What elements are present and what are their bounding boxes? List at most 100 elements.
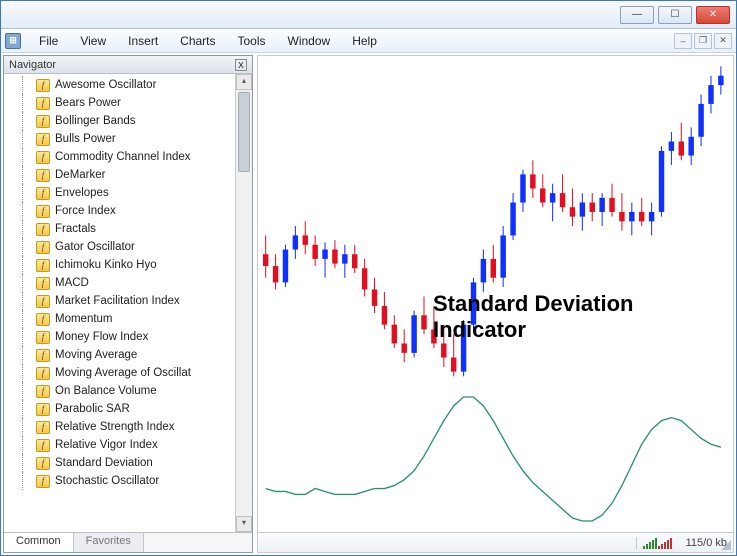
function-icon: f [36,187,50,200]
mdi-restore-button[interactable]: ❐ [694,33,712,49]
indicator-item[interactable]: f Money Flow Index [22,328,252,346]
window-maximize-button[interactable]: ☐ [658,6,692,24]
chart-area[interactable]: Standard Deviation Indicator 115/0 kb [257,55,734,553]
indicator-item[interactable]: fGator Oscillator [22,238,252,256]
navigator-title: Navigator [9,59,56,71]
indicator-item[interactable]: fIchimoku Kinko Hyo [22,256,252,274]
function-icon: f [36,151,50,164]
navigator-tabs: Common Favorites [4,532,252,552]
indicator-item[interactable]: f Fractals [22,220,252,238]
function-icon: f [36,367,50,380]
indicator-item[interactable]: f Commodity Channel Index [22,148,252,166]
indicator-item[interactable]: f Envelopes [22,184,252,202]
function-icon: f [36,331,50,344]
indicator-item[interactable]: f Awesome Oscillator [22,76,252,94]
function-icon: f [36,313,50,326]
menu-help[interactable]: Help [342,32,387,50]
indicator-label: Force Index [55,205,116,217]
indicator-item[interactable]: fDeMarker [22,166,252,184]
scroll-thumb[interactable] [238,92,250,172]
indicator-label: Fractals [55,223,96,235]
window-minimize-button[interactable]: — [620,6,654,24]
mdi-restore-icon: ❐ [699,35,707,46]
indicator-item[interactable]: fForce Index [22,202,252,220]
indicator-label: Standard Deviation [55,457,153,469]
indicator-item[interactable]: fMoving Average [22,346,252,364]
function-icon: f [36,349,50,362]
indicator-label: Relative Vigor Index [55,439,158,451]
indicator-item[interactable]: f Bulls Power [22,130,252,148]
function-icon: f [36,79,50,92]
indicator-item[interactable]: f MACD [22,274,252,292]
indicator-label: Bulls Power [55,133,116,145]
indicator-label: Momentum [55,313,113,325]
resize-grip-icon[interactable] [721,540,731,550]
indicator-item[interactable]: f Moving Average of Oscillat [22,364,252,382]
menu-file[interactable]: File [29,32,68,50]
indicator-item[interactable]: f On Balance Volume [22,382,252,400]
function-icon: f [36,421,50,434]
indicator-label: Market Facilitation Index [55,295,180,307]
indicator-label: Relative Strength Index [55,421,175,433]
navigator-scrollbar[interactable]: ▴ ▾ [235,74,252,532]
function-icon: f [36,385,50,398]
indicator-item[interactable]: f Relative Strength Index [22,418,252,436]
function-icon: f [36,259,50,272]
function-icon: f [36,439,50,452]
mdi-close-button[interactable]: ✕ [714,33,732,49]
mdi-controls: – ❐ ✕ [674,33,732,49]
function-icon: f [36,403,50,416]
menu-tools[interactable]: Tools [228,32,276,50]
function-icon: f [36,457,50,470]
indicator-item[interactable]: f Relative Vigor Index [22,436,252,454]
menu-view[interactable]: View [70,32,116,50]
chart-annotation: Standard Deviation Indicator [433,291,633,344]
indicator-item[interactable]: f Parabolic SAR [22,400,252,418]
indicator-label: Awesome Oscillator [55,79,156,91]
indicator-label: Parabolic SAR [55,403,130,415]
indicator-label: MACD [55,277,89,289]
window-close-button[interactable]: ✕ [696,6,730,24]
close-icon: ✕ [709,9,717,20]
indicator-item[interactable]: fBollinger Bands [22,112,252,130]
menubar: ⊞ File View Insert Charts Tools Window H… [1,29,736,53]
navigator-header: Navigator x [4,56,252,74]
indicator-label: On Balance Volume [55,385,157,397]
function-icon: f [36,295,50,308]
menu-insert[interactable]: Insert [118,32,168,50]
annotation-line1: Standard Deviation [433,291,633,317]
function-icon: f [36,133,50,146]
indicator-item[interactable]: f Market Facilitation Index [22,292,252,310]
annotation-line2: Indicator [433,317,633,343]
indicator-label: Bears Power [55,97,121,109]
mdi-min-icon: – [680,36,685,46]
client-area: Navigator x fAwesome OscillatorfBears Po… [1,53,736,555]
indicator-label: Commodity Channel Index [55,151,191,163]
statusbar: 115/0 kb [258,532,733,552]
indicator-label: Bollinger Bands [55,115,136,127]
navigator-close-button[interactable]: x [235,59,247,71]
indicator-item[interactable]: fStochastic Oscillator [22,472,252,490]
tab-favorites[interactable]: Favorites [74,533,144,552]
indicator-item[interactable]: fBears Power [22,94,252,112]
menu-window[interactable]: Window [278,32,341,50]
app-icon: ⊞ [5,33,21,49]
mdi-minimize-button[interactable]: – [674,33,692,49]
menu-charts[interactable]: Charts [170,32,225,50]
titlebar: — ☐ ✕ [1,1,736,29]
indicator-label: Gator Oscillator [55,241,135,253]
indicator-label: Money Flow Index [55,331,148,343]
indicator-label: Moving Average of Oscillat [55,367,191,379]
indicator-item[interactable]: f Standard Deviation [22,454,252,472]
function-icon: f [36,223,50,236]
tab-common[interactable]: Common [4,533,74,552]
function-icon: f [36,169,50,182]
indicator-item[interactable]: f Momentum [22,310,252,328]
connection-bars-icon [636,537,678,549]
function-icon: f [36,277,50,290]
scroll-down-button[interactable]: ▾ [236,516,252,532]
indicator-tree: fAwesome OscillatorfBears PowerfBollinge… [4,74,252,492]
scroll-up-button[interactable]: ▴ [236,74,252,90]
indicator-label: Envelopes [55,187,109,199]
indicator-label: Stochastic Oscillator [55,475,159,487]
